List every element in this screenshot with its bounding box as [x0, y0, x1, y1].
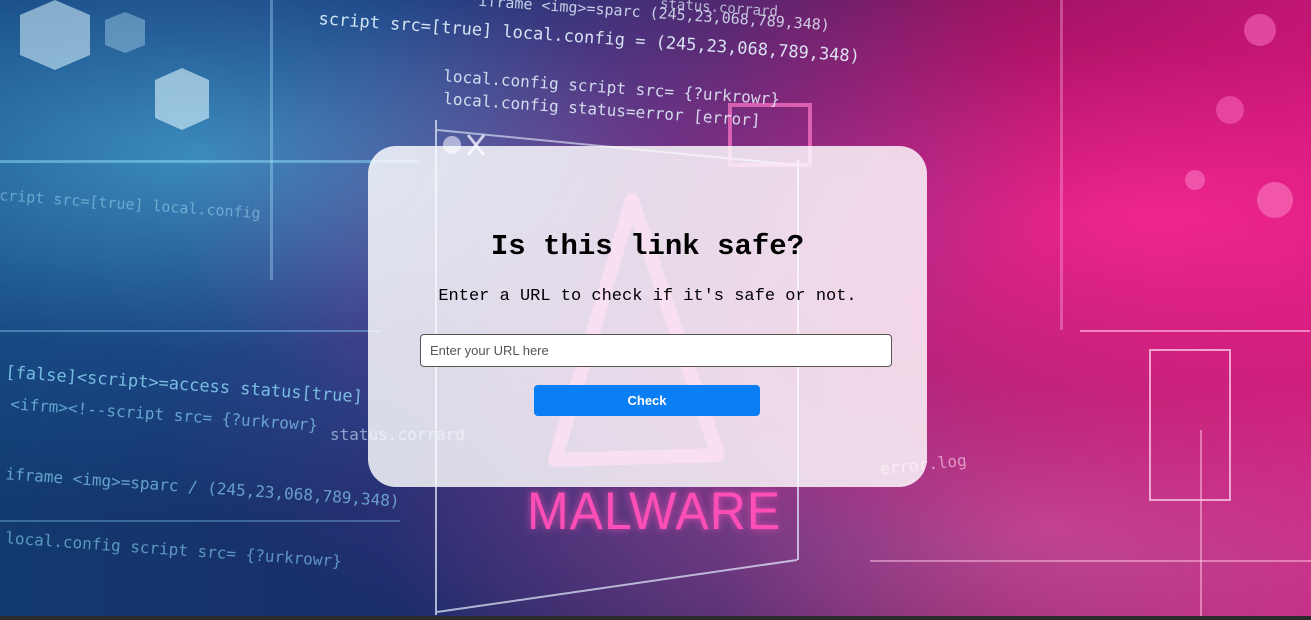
- url-check-card: Is this link safe? Enter a URL to check …: [368, 146, 927, 487]
- page-subtitle: Enter a URL to check if it's safe or not…: [438, 287, 857, 306]
- malware-label: MALWARE: [527, 481, 782, 541]
- hexagon-shape: [105, 12, 145, 53]
- page-title: Is this link safe?: [490, 230, 805, 263]
- window-bottom-border: [0, 616, 1311, 620]
- hexagon-shape: [20, 0, 90, 70]
- hexagon-shape: [155, 68, 209, 130]
- check-button[interactable]: Check: [534, 385, 760, 416]
- url-input[interactable]: [420, 334, 892, 367]
